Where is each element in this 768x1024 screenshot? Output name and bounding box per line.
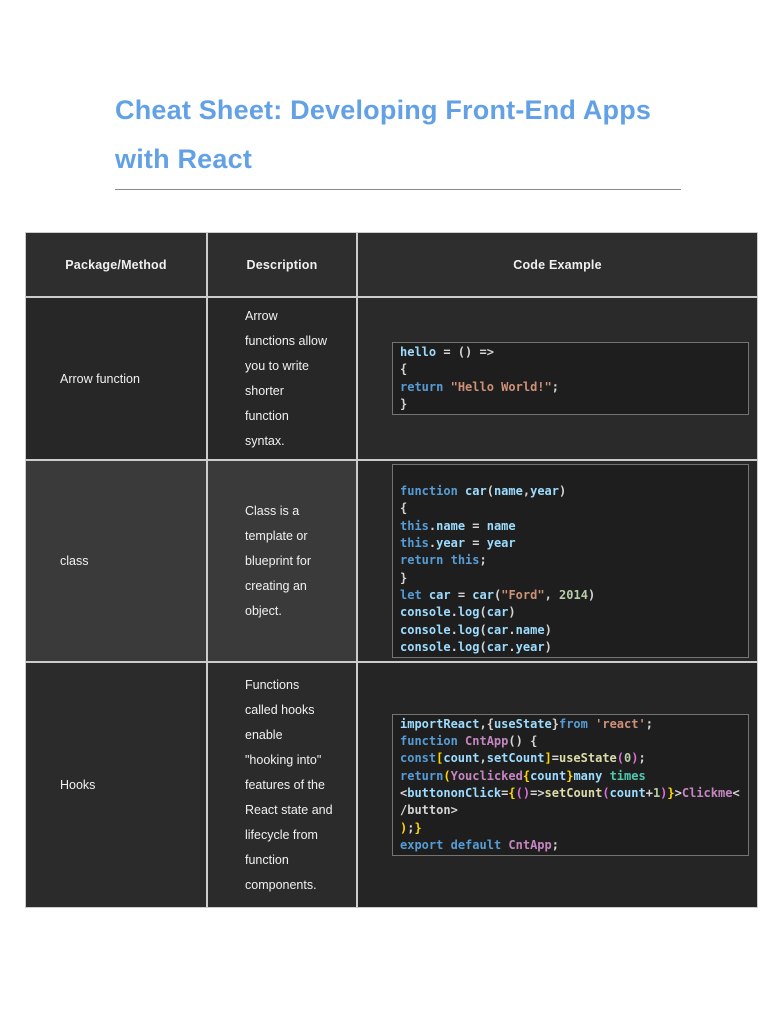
- code-line: return this;: [400, 553, 487, 568]
- code-block-class: function car(name,year) { this.name = name…: [392, 463, 749, 659]
- code-cell-class: function car(name,year) { this.name = name…: [358, 461, 757, 661]
- code-line: function CntApp() {: [400, 734, 538, 749]
- code-block-arrow-function: hello = () => { return "Hello World!";}: [392, 341, 749, 416]
- column-header-description: Description: [208, 233, 356, 296]
- cheat-sheet-table: Package/Method Description Code Example …: [25, 232, 758, 908]
- code-cell-arrow-function: hello = () => { return "Hello World!";}: [358, 298, 757, 459]
- description-cell-class: Class is a template or blueprint for cre…: [208, 461, 356, 661]
- code-block-hooks: importReact,{useState}from 'react'; funct…: [392, 713, 749, 857]
- code-line: console.log(car.name): [400, 622, 552, 637]
- code-line: let car = car("Ford", 2014): [400, 587, 596, 602]
- code-line: hello = () =>: [400, 344, 494, 359]
- code-line: {: [400, 362, 408, 377]
- code-line: }: [400, 570, 408, 585]
- package-cell-hooks: Hooks: [26, 663, 206, 907]
- code-line: export default CntApp;: [400, 837, 559, 852]
- code-line: const[count,setCount]=useState(0);: [400, 751, 646, 766]
- code-line: return(Youclicked{count}many times: [400, 768, 646, 783]
- code-line: /button>: [400, 803, 458, 818]
- code-line: console.log(car): [400, 605, 516, 620]
- code-line: this.year = year: [400, 536, 516, 551]
- code-line: function car(name,year): [400, 484, 567, 499]
- package-cell-class: class: [26, 461, 206, 661]
- code-line: console.log(car.year): [400, 639, 552, 654]
- code-line: return "Hello World!";: [400, 379, 559, 394]
- code-line: }: [400, 396, 408, 411]
- code-line: importReact,{useState}from 'react';: [400, 716, 653, 731]
- code-line: this.name = name: [400, 518, 516, 533]
- document-page: Cheat Sheet: Developing Front-End Apps w…: [0, 0, 768, 1024]
- column-header-package: Package/Method: [26, 233, 206, 296]
- code-line: <buttononClick={()=>setCount(count+1)}>C…: [400, 786, 740, 800]
- package-cell-arrow-function: Arrow function: [26, 298, 206, 459]
- page-title: Cheat Sheet: Developing Front-End Apps w…: [115, 95, 652, 174]
- column-header-code-example: Code Example: [358, 233, 757, 296]
- title-divider: [115, 189, 681, 190]
- code-line: );}: [400, 820, 422, 835]
- code-cell-hooks: importReact,{useState}from 'react'; funct…: [358, 663, 757, 907]
- code-line: {: [400, 501, 408, 516]
- description-cell-hooks: Functions called hooks enable "hooking i…: [208, 663, 356, 907]
- description-cell-arrow-function: Arrow functions allow you to write short…: [208, 298, 356, 459]
